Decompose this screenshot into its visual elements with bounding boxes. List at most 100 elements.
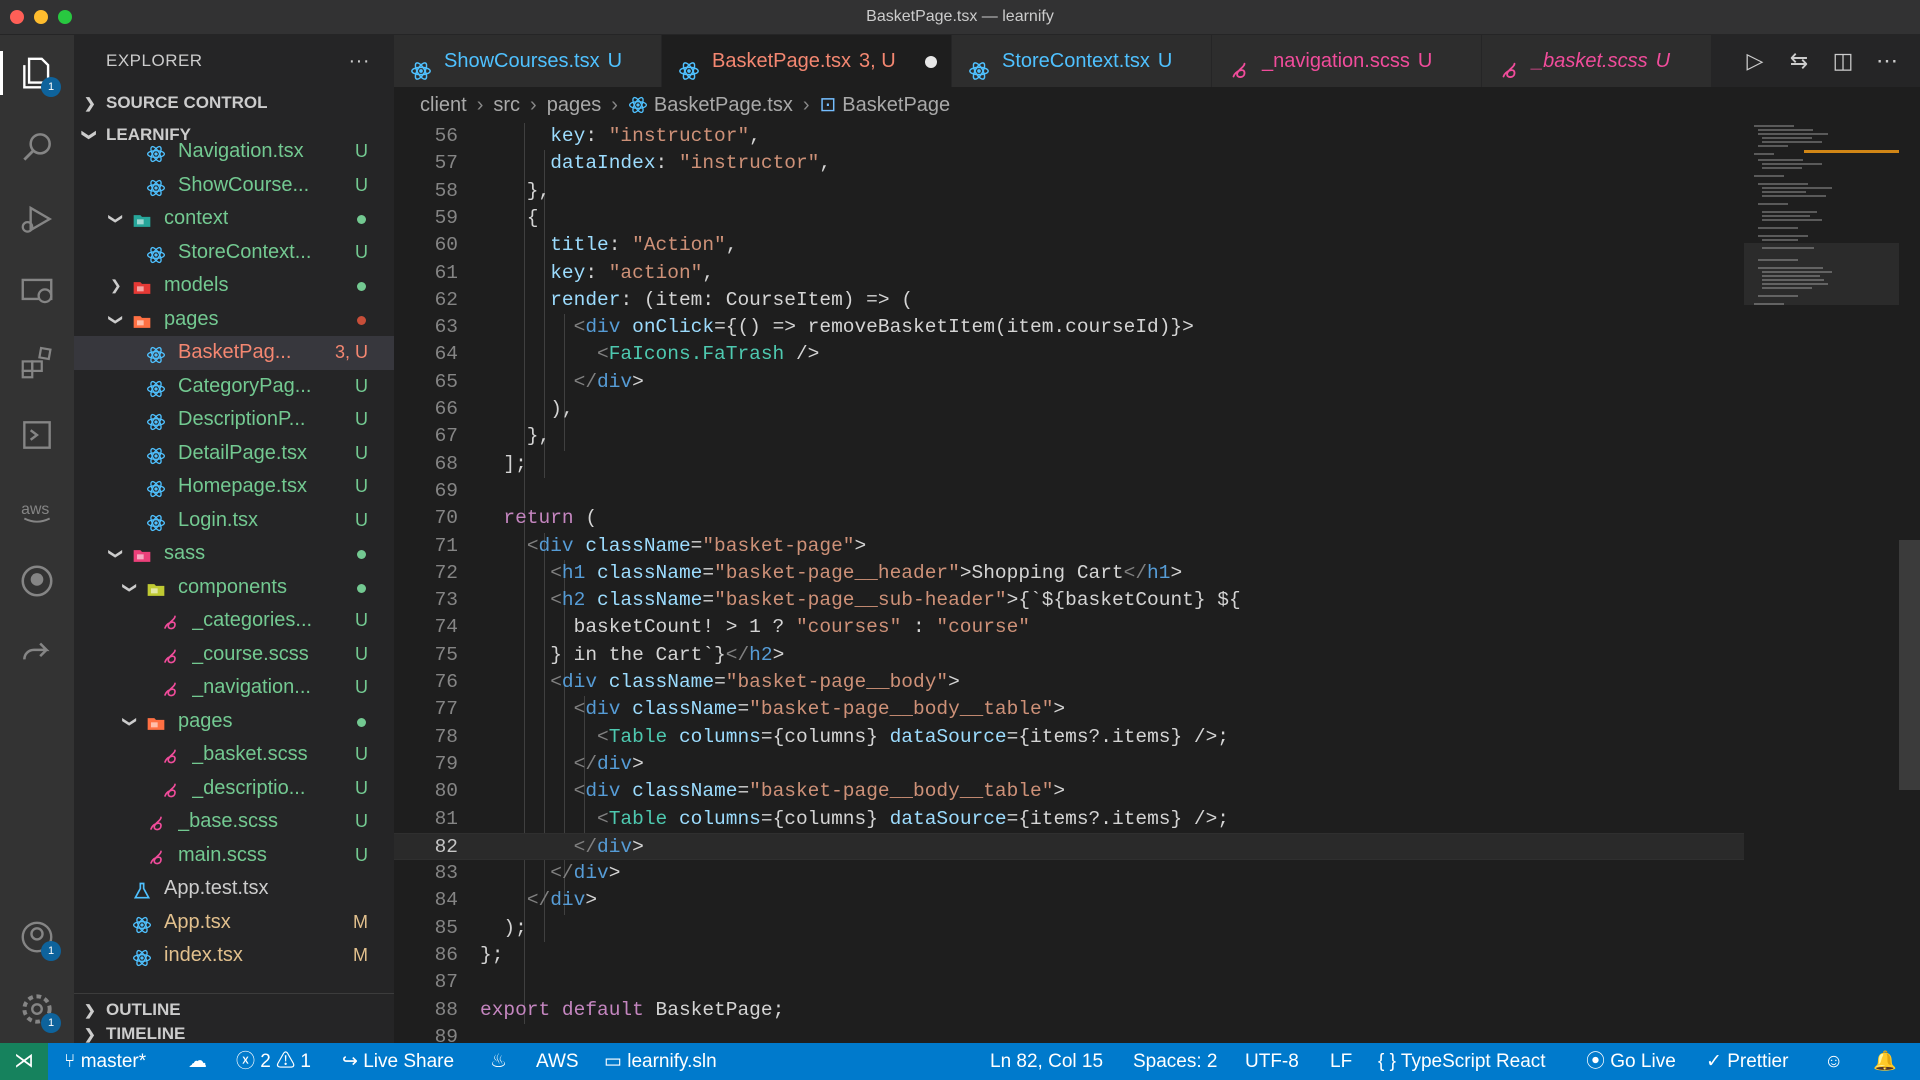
code-line[interactable]: 79 </div> xyxy=(394,751,1744,778)
code-line[interactable]: 68 ]; xyxy=(394,451,1744,478)
tab--basket-scss[interactable]: _basket.scss U xyxy=(1482,35,1712,87)
branch-indicator[interactable]: ⑂ master* xyxy=(64,1043,146,1080)
code-line[interactable]: 85 ); xyxy=(394,915,1744,942)
tree-file[interactable]: DetailPage.tsx U xyxy=(74,437,394,471)
tree-file[interactable]: App.test.tsx xyxy=(74,872,394,906)
source-control-section[interactable]: ❯ SOURCE CONTROL xyxy=(74,87,394,119)
live-share-icon[interactable] xyxy=(15,631,59,675)
code-line[interactable]: 67 }, xyxy=(394,423,1744,450)
tree-file[interactable]: _descriptio... U xyxy=(74,772,394,806)
tree-folder[interactable]: ❯ pages xyxy=(74,705,394,739)
code-line[interactable]: 86}; xyxy=(394,942,1744,969)
tree-file[interactable]: StoreContext... U xyxy=(74,236,394,270)
tree-file[interactable]: Homepage.tsx U xyxy=(74,470,394,504)
tree-folder[interactable]: ❯ pages xyxy=(74,303,394,337)
split-editor-icon[interactable]: ◫ xyxy=(1830,48,1856,74)
tree-file[interactable]: ShowCourse... U xyxy=(74,169,394,203)
sync-icon[interactable]: ☁ xyxy=(188,1043,207,1080)
tab--navigation-scss[interactable]: _navigation.scss U xyxy=(1212,35,1482,87)
tree-file[interactable]: DescriptionP... U xyxy=(74,403,394,437)
tree-folder[interactable]: ❯ sass xyxy=(74,537,394,571)
code-line[interactable]: 74 basketCount! > 1 ? "courses" : "cours… xyxy=(394,614,1744,641)
live-share-button[interactable]: ↪ Live Share xyxy=(342,1043,454,1080)
code-line[interactable]: 59 { xyxy=(394,205,1744,232)
more-actions-icon[interactable]: ⋯ xyxy=(1874,48,1900,74)
cursor-position[interactable]: Ln 82, Col 15 xyxy=(990,1043,1103,1080)
run-icon[interactable]: ▷ xyxy=(1742,48,1768,74)
tree-folder[interactable]: ❯ models xyxy=(74,269,394,303)
accounts-icon[interactable]: 1 xyxy=(15,915,61,961)
unsaved-dot-icon[interactable] xyxy=(925,56,937,68)
code-line[interactable]: 57 dataIndex: "instructor", xyxy=(394,150,1744,177)
terminal-icon[interactable] xyxy=(15,413,59,457)
code-line[interactable]: 65 </div> xyxy=(394,369,1744,396)
code-line[interactable]: 56 key: "instructor", xyxy=(394,123,1744,150)
code-line[interactable]: 73 <h2 className="basket-page__sub-heade… xyxy=(394,587,1744,614)
code-line[interactable]: 87 xyxy=(394,969,1744,996)
breadcrumb-item[interactable]: client xyxy=(420,94,467,116)
go-live-button[interactable]: ⦿ Go Live xyxy=(1586,1043,1676,1080)
tree-folder[interactable]: ❯ context xyxy=(74,202,394,236)
run-debug-icon[interactable] xyxy=(15,197,59,241)
breadcrumb-item[interactable]: BasketPage.tsx xyxy=(654,94,793,116)
code-line[interactable]: 63 <div onClick={() => removeBasketItem(… xyxy=(394,314,1744,341)
code-line[interactable]: 71 <div className="basket-page"> xyxy=(394,533,1744,560)
aws-status[interactable]: AWS xyxy=(536,1043,579,1080)
code-line[interactable]: 62 render: (item: CourseItem) => ( xyxy=(394,287,1744,314)
tab-showcourses-tsx[interactable]: ShowCourses.tsx U xyxy=(394,35,662,87)
code-line[interactable]: 80 <div className="basket-page__body__ta… xyxy=(394,778,1744,805)
tree-file[interactable]: _course.scss U xyxy=(74,638,394,672)
code-line[interactable]: 77 <div className="basket-page__body__ta… xyxy=(394,696,1744,723)
tree-file[interactable]: CategoryPag... U xyxy=(74,370,394,404)
tree-file[interactable]: _base.scss U xyxy=(74,805,394,839)
code-line[interactable]: 69 xyxy=(394,478,1744,505)
tree-file[interactable]: index.tsx M xyxy=(74,939,394,970)
manage-gear-icon[interactable]: 1 xyxy=(15,987,61,1033)
breadcrumb-item[interactable]: pages xyxy=(547,94,602,116)
code-line[interactable]: 84 </div> xyxy=(394,887,1744,914)
code-line[interactable]: 72 <h1 className="basket-page__header">S… xyxy=(394,560,1744,587)
tab-storecontext-tsx[interactable]: StoreContext.tsx U xyxy=(952,35,1212,87)
editor-scrollbar-thumb[interactable] xyxy=(1899,540,1920,790)
minimap[interactable] xyxy=(1744,123,1899,373)
feedback-icon[interactable]: ☺ xyxy=(1824,1043,1843,1080)
tree-file[interactable]: _navigation... U xyxy=(74,671,394,705)
code-line[interactable]: 88 export default BasketPage; xyxy=(394,997,1744,1024)
outline-section[interactable]: ❯ OUTLINE xyxy=(74,993,394,1025)
timeline-section[interactable]: ❯ TIMELINE xyxy=(74,1025,394,1043)
tree-file[interactable]: BasketPag... 3, U xyxy=(74,336,394,370)
explorer-more-actions-icon[interactable]: ··· xyxy=(349,35,370,87)
prettier-status[interactable]: ✓ Prettier xyxy=(1706,1043,1788,1080)
tree-file[interactable]: App.tsx M xyxy=(74,906,394,940)
indentation[interactable]: Spaces: 2 xyxy=(1133,1043,1218,1080)
tree-file[interactable]: _categories... U xyxy=(74,604,394,638)
code-line[interactable]: 82 </div> xyxy=(394,832,1744,861)
code-line[interactable]: 61 key: "action", xyxy=(394,260,1744,287)
code-line[interactable]: 70 return ( xyxy=(394,505,1744,532)
tree-folder[interactable]: ❯ components xyxy=(74,571,394,605)
code-line[interactable]: 83 </div> xyxy=(394,860,1744,887)
tree-file[interactable]: main.scss U xyxy=(74,839,394,873)
compare-changes-icon[interactable]: ⇆ xyxy=(1786,48,1812,74)
code-line[interactable]: 64 <FaIcons.FaTrash /> xyxy=(394,341,1744,368)
flame-icon[interactable]: ♨ xyxy=(490,1043,507,1080)
language-mode[interactable]: { } TypeScript React xyxy=(1378,1043,1546,1080)
code-line[interactable]: 60 title: "Action", xyxy=(394,232,1744,259)
code-line[interactable]: 81 <Table columns={columns} dataSource={… xyxy=(394,806,1744,833)
remote-indicator-icon[interactable]: ⋊ xyxy=(0,1043,48,1080)
breadcrumb-item[interactable]: src xyxy=(493,94,520,116)
search-icon[interactable] xyxy=(15,125,59,169)
tab-basketpage-tsx[interactable]: BasketPage.tsx 3, U xyxy=(662,35,952,87)
remote-explorer-icon[interactable] xyxy=(15,269,59,313)
code-line[interactable]: 78 <Table columns={columns} dataSource={… xyxy=(394,724,1744,751)
tree-file[interactable]: Navigation.tsx U xyxy=(74,135,394,169)
code-line[interactable]: 89 xyxy=(394,1024,1744,1043)
code-editor[interactable]: 56 key: "instructor", 57 dataIndex: "inst… xyxy=(394,123,1744,1043)
code-line[interactable]: 66 ), xyxy=(394,396,1744,423)
extensions-icon[interactable] xyxy=(15,341,59,385)
end-of-line[interactable]: LF xyxy=(1330,1043,1352,1080)
problems-indicator[interactable]: ⓧ 2 ⚠ 1 xyxy=(236,1043,311,1080)
aws-icon[interactable]: aws xyxy=(15,487,59,531)
github-icon[interactable] xyxy=(15,559,59,603)
encoding[interactable]: UTF-8 xyxy=(1245,1043,1299,1080)
